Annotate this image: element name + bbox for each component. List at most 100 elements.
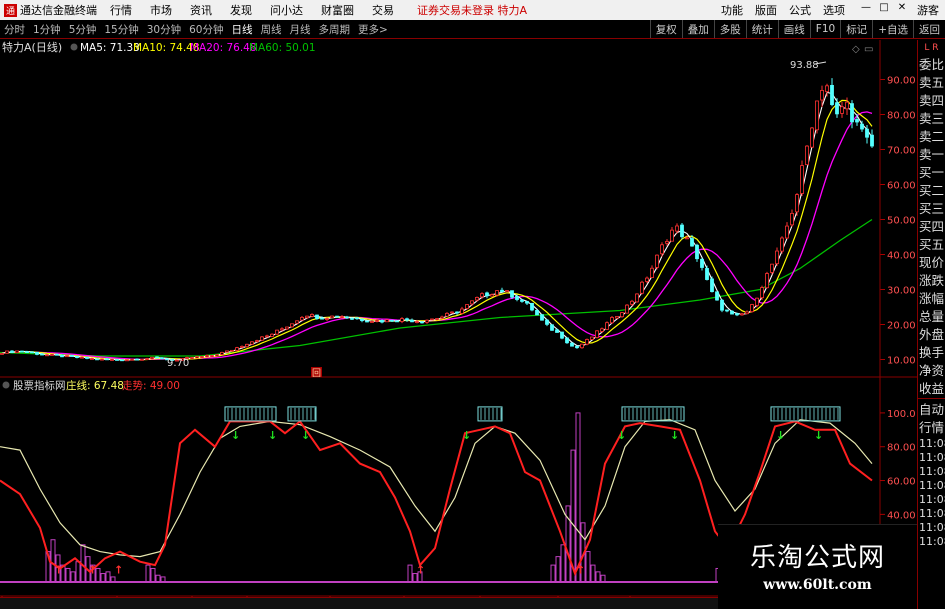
sidebar-item[interactable]: 买二: [918, 182, 945, 200]
candle-body: [20, 350, 24, 353]
sidebar-item[interactable]: 卖三: [918, 110, 945, 128]
period-1min[interactable]: 1分钟: [29, 22, 65, 37]
login-notice[interactable]: 证券交易未登录 特力A: [417, 2, 527, 18]
toolbar-huaxian-button[interactable]: 画线: [777, 20, 810, 38]
sidebar-item[interactable]: 外盘: [918, 326, 945, 344]
sidebar-item[interactable]: 卖五: [918, 74, 945, 92]
menu-item-shichang[interactable]: 市场: [141, 2, 181, 18]
buy-arrow-icon: ↑: [54, 564, 63, 577]
period-fenshi[interactable]: 分时: [0, 22, 29, 37]
period-60min[interactable]: 60分钟: [185, 22, 227, 37]
menu-item-wenxiaoda[interactable]: 问小达: [261, 2, 312, 18]
watermark-title: 乐淘公式网: [749, 543, 885, 573]
sidebar-item[interactable]: 卖二: [918, 128, 945, 146]
sidebar-item[interactable]: 换手: [918, 344, 945, 362]
watermark: 乐淘公式网 www.60lt.com: [718, 524, 917, 609]
event-marker[interactable]: 回: [312, 368, 321, 379]
toolbar-f10-button[interactable]: F10: [809, 20, 840, 38]
menu-item-banmian[interactable]: 版面: [749, 2, 783, 18]
maximize-icon[interactable]: □: [875, 2, 893, 18]
toolbar-fanhui-button[interactable]: 返回: [913, 20, 945, 38]
sidebar-item[interactable]: 总量: [918, 308, 945, 326]
sidebar-item[interactable]: 现价: [918, 254, 945, 272]
candle-body: [630, 300, 634, 305]
candle-body: [395, 320, 399, 323]
collapse-icon[interactable]: ▭: [864, 44, 873, 55]
ind-tick-label: 40.00: [887, 510, 916, 521]
settings-dot-icon[interactable]: [70, 43, 78, 51]
sidebar-item[interactable]: 收益: [918, 380, 945, 398]
toolbar-fuquan-button[interactable]: 复权: [649, 20, 682, 38]
period-daily[interactable]: 日线: [228, 22, 257, 37]
zhuang-label: 庄线: 67.48: [66, 379, 124, 392]
guest-button[interactable]: 游客: [911, 2, 945, 18]
sidebar-item[interactable]: 买一: [918, 164, 945, 182]
period-monthly[interactable]: 月线: [286, 22, 315, 37]
candle-body: [130, 358, 134, 361]
candle-body: [55, 353, 59, 356]
menu-item-caifuquan[interactable]: 财富圈: [312, 2, 363, 18]
sidebar-item-auto[interactable]: 自动: [918, 401, 945, 419]
sidebar-item[interactable]: 卖一: [918, 146, 945, 164]
period-more[interactable]: 更多>: [354, 22, 392, 37]
menu-item-xuanxiang[interactable]: 选项: [817, 2, 851, 18]
candle-body: [615, 316, 619, 319]
period-5min[interactable]: 5分钟: [65, 22, 101, 37]
menu-item-gongneng[interactable]: 功能: [715, 2, 749, 18]
toolbar-diejia-button[interactable]: 叠加: [681, 20, 714, 38]
toolbar-zixuan-button[interactable]: +自选: [872, 20, 913, 38]
toolbar-duogu-button[interactable]: 多股: [713, 20, 746, 38]
candle-body: [775, 250, 779, 265]
menu-item-zixun[interactable]: 资讯: [181, 2, 221, 18]
menu-item-jiaoyi[interactable]: 交易: [363, 2, 403, 18]
horizontal-scrollbar[interactable]: [0, 597, 718, 609]
period-multi[interactable]: 多周期: [315, 22, 355, 37]
period-15min[interactable]: 15分钟: [100, 22, 142, 37]
toolbar-biaoji-button[interactable]: 标记: [840, 20, 872, 38]
candle-body: [100, 358, 104, 361]
candle-body: [285, 326, 289, 330]
sidebar-time: 11:08: [919, 437, 945, 450]
menu-item-hangqing[interactable]: 行情: [101, 2, 141, 18]
candle-body: [440, 316, 444, 319]
period-weekly[interactable]: 周线: [257, 22, 286, 37]
indicator-settings-icon[interactable]: [2, 381, 10, 389]
sidebar-item[interactable]: 卖四: [918, 92, 945, 110]
quote-sidebar: L R 委比 卖五 卖四 卖三 卖二 卖一 买一 买二 买三 买四 买五 现价 涨跌 涨幅 总量 外盘 换手 净资…: [917, 40, 945, 609]
diamond-icon[interactable]: ◇: [852, 44, 860, 55]
menu-item-gongshi[interactable]: 公式: [783, 2, 817, 18]
candle-body: [535, 310, 539, 316]
candle-body: [840, 106, 844, 114]
candle-body: [335, 315, 339, 318]
sidebar-item[interactable]: 买三: [918, 200, 945, 218]
candle-body: [675, 225, 679, 232]
candle-body: [350, 317, 354, 320]
app-logo: 通 通达信金融终端: [0, 2, 101, 18]
period-30min[interactable]: 30分钟: [143, 22, 185, 37]
candle-body: [460, 308, 464, 314]
sidebar-item-auto[interactable]: 行情: [918, 419, 945, 437]
candle-body: [540, 314, 544, 321]
sidebar-item[interactable]: 涨幅: [918, 290, 945, 308]
candle-body: [465, 304, 469, 309]
candle-body: [105, 358, 109, 361]
close-icon[interactable]: ✕: [893, 2, 911, 18]
sidebar-time: 11:08: [919, 451, 945, 464]
candle-body: [225, 350, 229, 353]
menu-item-faxian[interactable]: 发现: [221, 2, 261, 18]
candle-body: [800, 165, 804, 194]
sidebar-item[interactable]: 净资: [918, 362, 945, 380]
candle-body: [200, 356, 204, 358]
candle-body: [805, 145, 809, 166]
candle-body: [865, 128, 869, 138]
sidebar-item[interactable]: 涨跌: [918, 272, 945, 290]
candle-body: [445, 312, 449, 317]
sidebar-item[interactable]: 委比: [918, 56, 945, 74]
candle-body: [120, 359, 124, 362]
sidebar-item[interactable]: 买四: [918, 218, 945, 236]
candle-body: [735, 313, 739, 316]
toolbar-tongji-button[interactable]: 统计: [745, 20, 778, 38]
minimize-icon[interactable]: —: [857, 2, 875, 18]
sidebar-item[interactable]: 买五: [918, 236, 945, 254]
sidebar-corner[interactable]: L R: [918, 40, 945, 56]
